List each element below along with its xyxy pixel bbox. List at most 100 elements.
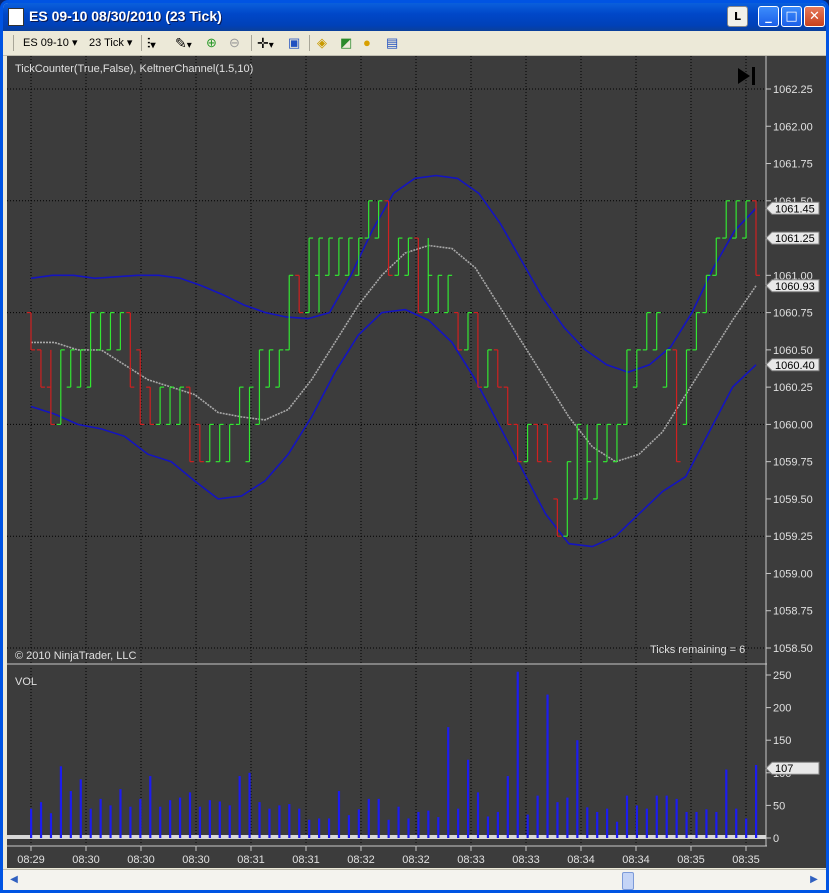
price-tick-label: 1060.50 — [773, 345, 813, 357]
volume-bar — [457, 808, 460, 838]
volume-bar — [218, 801, 221, 838]
time-tick-label: 08:31 — [292, 854, 320, 866]
scroll-right-icon[interactable]: ▶ — [806, 872, 822, 888]
volume-bar — [695, 811, 698, 838]
volume-tick-label: 0 — [773, 833, 779, 845]
chart-window: ES 09-10 08/30/2010 (23 Tick) L _ □ ✕ ES… — [0, 0, 829, 893]
price-bar — [106, 312, 115, 351]
volume-bar — [506, 776, 509, 838]
volume-bar — [298, 808, 301, 838]
price-bar — [622, 349, 631, 425]
volume-bar — [288, 804, 291, 838]
bar-style-icon[interactable]: ⫶▾ — [147, 34, 156, 52]
scroll-to-end-icon[interactable] — [738, 67, 755, 85]
interval-dropdown[interactable]: 23 Tick ▾ — [89, 34, 132, 52]
price-bar — [543, 423, 552, 463]
zoom-out-icon[interactable]: ⊖ — [229, 34, 240, 52]
volume-bar — [705, 809, 708, 838]
price-bar — [503, 386, 512, 425]
volume-tick-label: 50 — [773, 800, 785, 812]
price-bar — [404, 237, 413, 276]
volume-bar — [258, 802, 261, 838]
volume-bar — [685, 811, 688, 838]
price-bar — [56, 349, 65, 425]
volume-bar — [268, 808, 271, 838]
title-bar[interactable]: ES 09-10 08/30/2010 (23 Tick) L _ □ ✕ — [3, 3, 826, 31]
price-bar — [533, 423, 542, 463]
indicators-icon[interactable]: ◩ — [340, 34, 352, 52]
volume-bar — [188, 792, 192, 838]
link-button[interactable]: L — [727, 6, 748, 27]
time-tick-label: 08:29 — [17, 854, 45, 866]
price-marker: 1060.40 — [765, 358, 820, 372]
volume-marker: 107 — [765, 761, 820, 775]
crosshair-icon[interactable]: ✛▾ — [257, 34, 274, 52]
price-marker: 1061.25 — [765, 231, 820, 245]
volume-bar — [318, 818, 321, 838]
volume-bar — [566, 797, 569, 838]
price-tick-label: 1059.25 — [773, 531, 813, 543]
volume-bar — [486, 816, 490, 838]
volume-label: VOL — [15, 676, 37, 688]
price-marker-text: 1060.40 — [775, 360, 815, 372]
chart-area[interactable]: 1062.251062.001061.751061.501061.251061.… — [7, 56, 829, 868]
price-tick-label: 1059.50 — [773, 494, 813, 506]
interval-value: 23 Tick — [89, 37, 124, 49]
volume-bar — [59, 766, 62, 838]
volume-bar — [308, 819, 311, 838]
volume-bar — [178, 797, 182, 838]
price-bar — [603, 423, 612, 463]
volume-bar — [606, 808, 609, 838]
price-bar — [295, 274, 304, 314]
volume-bar — [447, 727, 450, 838]
volume-bar — [357, 809, 360, 838]
instrument-value: ES 09-10 — [23, 37, 69, 49]
maximize-button[interactable]: □ — [781, 6, 802, 27]
volume-bar — [466, 759, 470, 838]
scroll-left-icon[interactable]: ◀ — [6, 872, 22, 888]
data-box-icon[interactable]: ▤ — [386, 34, 398, 52]
volume-bar — [655, 795, 658, 838]
price-bar — [374, 200, 383, 239]
toolbar-separator — [251, 35, 252, 51]
volume-bar — [278, 805, 281, 838]
price-bar — [76, 349, 85, 388]
price-chart[interactable]: 1062.251062.001061.751061.501061.251061.… — [7, 56, 829, 868]
volume-bar — [337, 791, 341, 838]
volume-bar — [407, 818, 410, 838]
price-bar — [255, 349, 264, 425]
price-tick-label: 1062.25 — [773, 84, 813, 96]
horizontal-scrollbar[interactable]: ◀ ▶ — [3, 869, 826, 890]
volume-bar — [675, 798, 678, 838]
price-marker-text: 1060.93 — [775, 281, 815, 293]
price-bar — [742, 200, 751, 239]
price-tick-label: 1061.75 — [773, 159, 813, 171]
price-bar — [66, 349, 75, 388]
volume-bar — [526, 814, 529, 838]
properties-icon[interactable]: ▣ — [288, 34, 300, 52]
volume-bar — [496, 811, 499, 838]
volume-bar — [198, 806, 202, 838]
price-bar — [315, 237, 324, 313]
price-tick-label: 1059.00 — [773, 568, 813, 580]
data-series-icon[interactable]: ◈ — [317, 34, 327, 52]
volume-bar — [625, 795, 629, 838]
time-tick-label: 08:35 — [732, 854, 760, 866]
instrument-dropdown[interactable]: ES 09-10 ▾ — [23, 34, 77, 52]
strategies-icon[interactable]: ● — [363, 34, 371, 52]
scrollbar-thumb[interactable] — [622, 872, 634, 890]
price-bar — [473, 312, 482, 388]
minimize-button[interactable]: _ — [758, 6, 779, 27]
indicator-label: TickCounter(True,False), KeltnerChannel(… — [15, 63, 253, 75]
price-bar — [245, 386, 254, 463]
draw-tool-icon[interactable]: ✎▾ — [175, 34, 192, 52]
zoom-in-icon[interactable]: ⊕ — [206, 34, 217, 52]
price-bar — [354, 237, 363, 276]
time-tick-label: 08:32 — [347, 854, 375, 866]
price-bar — [205, 423, 214, 463]
price-bar — [612, 423, 621, 463]
close-button[interactable]: ✕ — [804, 6, 825, 27]
volume-bar — [149, 776, 152, 838]
price-bar — [116, 312, 125, 351]
volume-bar — [99, 798, 102, 838]
